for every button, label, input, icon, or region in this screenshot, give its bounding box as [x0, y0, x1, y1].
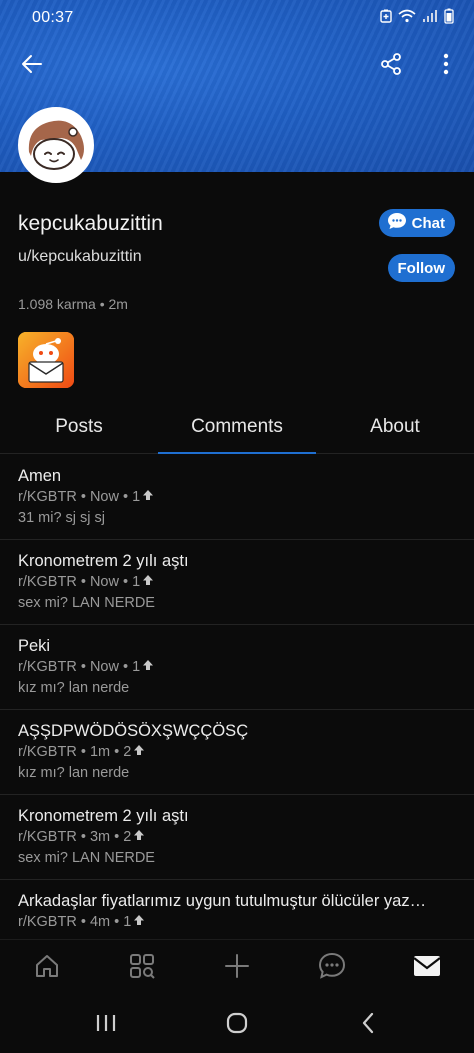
karma-line: 1.098 karma • 2m: [18, 296, 128, 312]
comment-meta: r/KGBTR • Now • 1: [18, 487, 456, 508]
nav-inbox[interactable]: [397, 944, 457, 994]
avatar[interactable]: [18, 107, 94, 183]
signal-icon: [422, 9, 438, 28]
chat-bubble-icon: [387, 211, 407, 235]
snoo-envelope-icon: [18, 332, 74, 388]
home-icon: [33, 952, 61, 985]
comment-meta-text: r/KGBTR • 3m • 2: [18, 829, 132, 845]
system-back-button[interactable]: [338, 1000, 398, 1050]
comment-meta: r/KGBTR • 3m • 2: [18, 827, 456, 848]
upvote-arrow-icon: [142, 487, 154, 508]
comment-meta: r/KGBTR • 4m • 1: [18, 912, 456, 933]
comment-meta-text: r/KGBTR • Now • 1: [18, 574, 141, 590]
profile-username: kepcukabuzittin: [18, 212, 163, 235]
status-time: 00:37: [32, 9, 74, 26]
tab-posts[interactable]: Posts: [0, 404, 158, 453]
comment-meta-text: r/KGBTR • 4m • 1: [18, 914, 132, 930]
chat-button-label: Chat: [411, 214, 445, 232]
system-navigation: [0, 997, 474, 1053]
comment-meta-text: r/KGBTR • 1m • 2: [18, 744, 132, 760]
recents-icon: [95, 1013, 117, 1038]
comment-meta: r/KGBTR • Now • 1: [18, 572, 456, 593]
list-item[interactable]: AŞŞDPWÖDÖSÖXŞWÇÇÖSÇ r/KGBTR • 1m • 2 kız…: [0, 710, 474, 795]
list-item[interactable]: Amen r/KGBTR • Now • 1 31 mi? sj sj sj: [0, 455, 474, 540]
chat-icon: [317, 951, 347, 986]
comment-body: 31 mi? sj sj sj: [18, 510, 106, 526]
comment-meta-text: r/KGBTR • Now • 1: [18, 489, 141, 505]
comment-post-title: Amen: [18, 467, 62, 485]
recents-button[interactable]: [76, 1000, 136, 1050]
comment-post-title: Kronometrem 2 yılı aştı: [18, 807, 189, 825]
battery-icon: [444, 8, 454, 29]
comments-list: Amen r/KGBTR • Now • 1 31 mi? sj sj sj K…: [0, 455, 474, 939]
list-item[interactable]: Peki r/KGBTR • Now • 1 kız mı? lan nerde: [0, 625, 474, 710]
share-icon: [379, 52, 403, 81]
comment-meta: r/KGBTR • 1m • 2: [18, 742, 456, 763]
comment-post-title: AŞŞDPWÖDÖSÖXŞWÇÇÖSÇ: [18, 722, 249, 740]
nav-home[interactable]: [17, 944, 77, 994]
snoo-avatar-icon: [21, 110, 91, 180]
arrow-left-icon: [20, 52, 44, 81]
home-circle-icon: [225, 1011, 249, 1040]
communities-icon: [128, 952, 156, 985]
follow-button-label: Follow: [397, 259, 446, 277]
comment-meta-text: r/KGBTR • Now • 1: [18, 659, 141, 675]
upvote-arrow-icon: [142, 657, 154, 678]
upvote-arrow-icon: [142, 572, 154, 593]
list-item[interactable]: Kronometrem 2 yılı aştı r/KGBTR • 3m • 2…: [0, 795, 474, 880]
list-item[interactable]: Kronometrem 2 yılı aştı r/KGBTR • Now • …: [0, 540, 474, 625]
upvote-arrow-icon: [133, 827, 145, 848]
back-chevron-icon: [360, 1011, 376, 1040]
comment-post-title: Kronometrem 2 yılı aştı: [18, 552, 189, 570]
comment-meta: r/KGBTR • Now • 1: [18, 657, 456, 678]
tab-about[interactable]: About: [316, 404, 474, 453]
upvote-arrow-icon: [133, 742, 145, 763]
comment-post-title: Arkadaşlar fiyatlarımız uygun tutulmuştu…: [18, 892, 427, 910]
profile-tabs: Posts Comments About: [0, 404, 474, 454]
comment-body: sex mi? LAN NERDE: [18, 850, 155, 866]
follow-button[interactable]: Follow: [387, 254, 455, 282]
comment-body: kız mı? lan nerde: [18, 680, 130, 696]
system-home-button[interactable]: [207, 1000, 267, 1050]
nav-chat[interactable]: [302, 944, 362, 994]
more-options-button[interactable]: [424, 44, 468, 88]
trophy-badge[interactable]: [18, 332, 74, 388]
bottom-navigation: [0, 939, 474, 997]
wifi-icon: [398, 9, 416, 28]
upvote-arrow-icon: [133, 912, 145, 933]
chat-button[interactable]: Chat: [378, 209, 455, 237]
comment-post-title: Peki: [18, 637, 51, 655]
back-button[interactable]: [10, 44, 54, 88]
list-item[interactable]: Arkadaşlar fiyatlarımız uygun tutulmuştu…: [0, 880, 474, 939]
more-vertical-icon: [443, 53, 449, 80]
status-bar: 00:37: [0, 0, 474, 36]
profile-handle: u/kepcukabuzittin: [18, 248, 142, 265]
inbox-mail-icon: [412, 954, 441, 983]
nav-communities[interactable]: [112, 944, 172, 994]
app-bar: [0, 42, 474, 92]
nav-create[interactable]: [207, 944, 267, 994]
comment-body: kız mı? lan nerde: [18, 765, 130, 781]
battery-saver-icon: [380, 9, 392, 28]
tab-comments[interactable]: Comments: [158, 404, 316, 454]
comment-body: sex mi? LAN NERDE: [18, 595, 155, 611]
status-icons: [380, 8, 454, 29]
plus-icon: [224, 953, 250, 984]
share-button[interactable]: [369, 44, 413, 88]
